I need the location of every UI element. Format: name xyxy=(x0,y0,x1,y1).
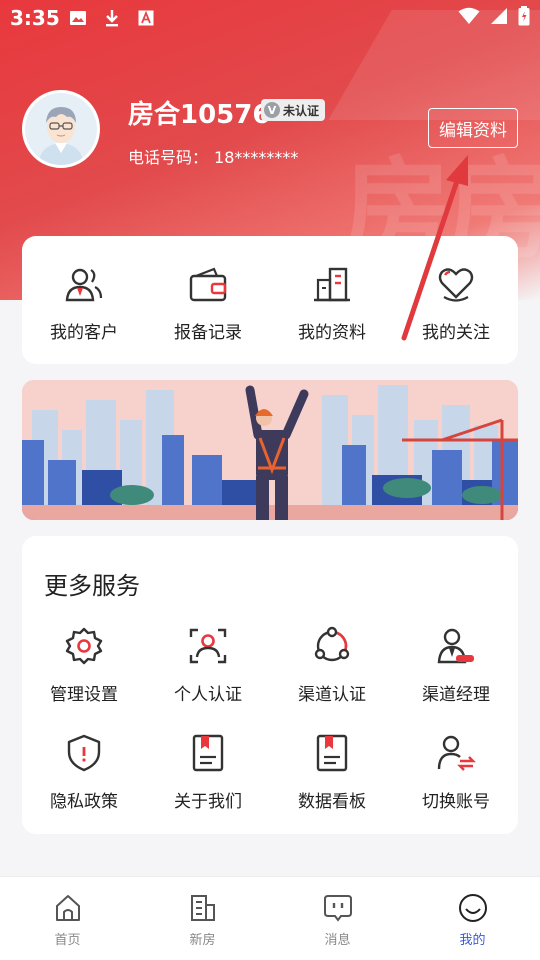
service-about-us[interactable]: 关于我们 xyxy=(146,733,270,812)
edit-profile-button[interactable]: 编辑资料 xyxy=(428,108,518,148)
building-icon xyxy=(312,266,352,308)
home-icon xyxy=(53,893,83,927)
wifi-icon xyxy=(458,7,480,29)
tab-label: 新房 xyxy=(189,933,216,948)
shield-icon xyxy=(64,733,104,777)
tab-label: 我的 xyxy=(459,933,486,948)
service-switch-account[interactable]: 切换账号 xyxy=(394,733,518,812)
verify-status-badge[interactable]: V 未认证 xyxy=(261,99,326,121)
service-label: 切换账号 xyxy=(422,792,490,812)
tab-label: 首页 xyxy=(54,933,81,948)
switch-account-icon xyxy=(436,733,476,777)
quick-item-my-info[interactable]: 我的资料 xyxy=(270,236,394,364)
heart-icon xyxy=(436,266,476,308)
tab-messages[interactable]: 消息 xyxy=(270,877,405,960)
user-name: 房合10576 xyxy=(128,100,271,130)
quick-item-label: 我的关注 xyxy=(422,323,490,343)
tab-new-house[interactable]: 新房 xyxy=(135,877,270,960)
battery-icon xyxy=(518,6,530,30)
font-icon xyxy=(136,8,156,28)
service-data-dashboard[interactable]: 数据看板 xyxy=(270,733,394,812)
avatar[interactable] xyxy=(22,90,100,168)
service-management-settings[interactable]: 管理设置 xyxy=(22,626,146,705)
quick-item-report-records[interactable]: 报备记录 xyxy=(146,236,270,364)
service-privacy-policy[interactable]: 隐私政策 xyxy=(22,733,146,812)
tab-label: 消息 xyxy=(324,933,351,948)
dashboard-book-icon xyxy=(312,733,352,777)
quick-item-label: 我的客户 xyxy=(50,323,118,343)
new-house-icon xyxy=(188,893,218,927)
verify-status-text: 未认证 xyxy=(283,103,320,118)
banner-city-illustration xyxy=(22,380,518,520)
quick-item-label: 我的资料 xyxy=(298,323,366,343)
quick-item-customers[interactable]: 我的客户 xyxy=(22,236,146,364)
status-time: 3:35 xyxy=(10,6,60,30)
service-label: 个人认证 xyxy=(174,685,242,705)
quick-item-my-follows[interactable]: 我的关注 xyxy=(394,236,518,364)
gear-icon xyxy=(64,626,104,670)
smile-icon xyxy=(458,893,488,927)
download-icon xyxy=(102,8,122,28)
tab-mine[interactable]: 我的 xyxy=(405,877,540,960)
services-title: 更多服务 xyxy=(44,572,140,600)
service-channel-verification[interactable]: 渠道认证 xyxy=(270,626,394,705)
message-icon xyxy=(323,893,353,927)
image-icon xyxy=(68,8,88,28)
service-personal-verification[interactable]: 个人认证 xyxy=(146,626,270,705)
promo-banner[interactable] xyxy=(22,380,518,520)
wallet-icon xyxy=(188,266,228,308)
service-label: 渠道经理 xyxy=(422,685,490,705)
tab-home[interactable]: 首页 xyxy=(0,877,135,960)
quick-actions-card: 我的客户 报备记录 我的资料 我的关注 xyxy=(22,236,518,364)
phone-label: 电话号码： xyxy=(128,148,209,167)
service-label: 管理设置 xyxy=(50,685,118,705)
manager-icon xyxy=(436,626,476,670)
service-channel-manager[interactable]: 渠道经理 xyxy=(394,626,518,705)
channel-network-icon xyxy=(312,626,352,670)
phone-value: 18******** xyxy=(214,148,299,167)
service-label: 关于我们 xyxy=(174,792,242,812)
book-icon xyxy=(188,733,228,777)
status-bar: 3:35 xyxy=(0,0,540,36)
service-label: 数据看板 xyxy=(298,792,366,812)
customers-icon xyxy=(64,266,104,308)
service-label: 隐私政策 xyxy=(50,792,118,812)
phone-number: 电话号码： 18******** xyxy=(128,144,298,168)
quick-item-label: 报备记录 xyxy=(174,323,242,343)
signal-icon xyxy=(490,7,508,29)
person-scan-icon xyxy=(188,626,228,670)
bottom-tab-bar: 首页 新房 消息 我的 xyxy=(0,876,540,960)
verify-mark-icon: V xyxy=(264,102,280,118)
more-services-card: 更多服务 管理设置 个人认证 渠道认证 渠道经理 隐私政策 关于我们 数据看板 … xyxy=(22,536,518,834)
service-label: 渠道认证 xyxy=(298,685,366,705)
